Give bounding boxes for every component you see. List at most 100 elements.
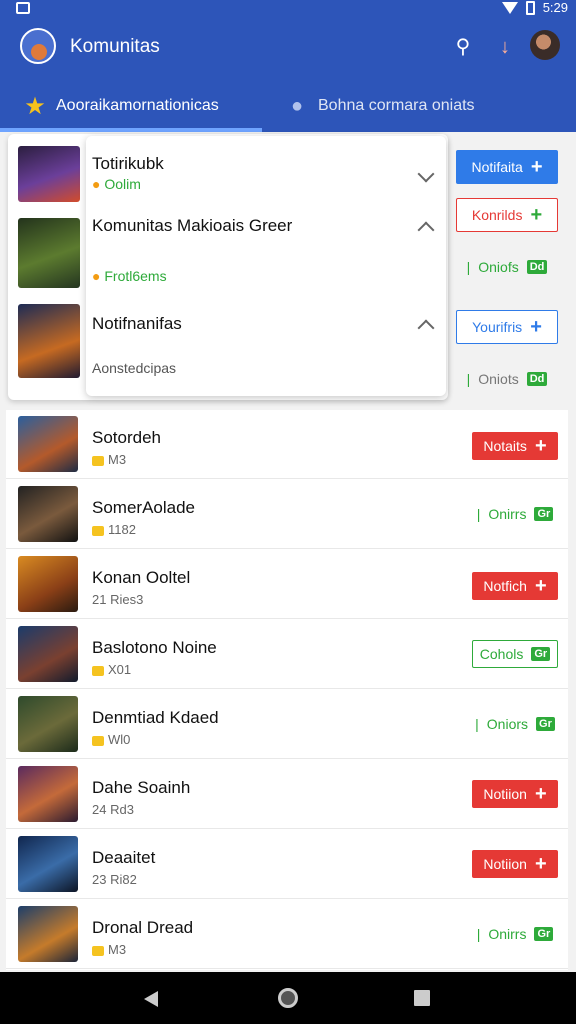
game-thumbnail: [18, 218, 80, 288]
list-item[interactable]: Dronal Dread M3 | Onirrs Gr: [6, 900, 568, 969]
list-item[interactable]: Deaaitet 23 Ri82 Notiion +: [6, 830, 568, 899]
status-badge: Dd: [526, 372, 548, 386]
button-label: Oniofs: [478, 259, 519, 275]
app-bar: Komunitas ⚲ ↓: [0, 18, 576, 80]
item-sub: M3: [92, 942, 126, 957]
game-thumbnail: [18, 416, 78, 472]
online-button[interactable]: | Onirrs Gr: [472, 500, 558, 528]
plus-icon: +: [534, 853, 547, 875]
plus-icon: +: [530, 156, 543, 178]
status-time: 5:29: [542, 0, 568, 15]
item-sub-label: M3: [108, 452, 127, 467]
search-icon[interactable]: ⚲: [450, 34, 476, 60]
button-label: Notifaita: [471, 159, 523, 175]
status-badge: Dd: [526, 260, 548, 274]
recents-icon[interactable]: [414, 990, 430, 1006]
community-list: Sotordeh M3 Notaits + SomerAolade 1182 | O…: [6, 410, 568, 970]
item-sub: M3: [92, 452, 126, 467]
button-label: Konrilds: [471, 207, 523, 223]
button-label: Oniots: [478, 371, 519, 387]
game-thumbnail: [18, 146, 80, 202]
dropdown-item[interactable]: Komunitas Makioais Greer: [92, 216, 292, 236]
online-button[interactable]: Cohols Gr: [472, 640, 558, 668]
item-sub: Wl0: [92, 732, 130, 747]
status-badge: Gr: [534, 927, 554, 941]
divider: |: [466, 371, 471, 387]
tab-label: Aooraikamornationicas: [56, 97, 219, 114]
user-icon: ●: [290, 94, 304, 117]
chevron-down-icon[interactable]: [417, 165, 435, 183]
online-button[interactable]: | Oniors Gr: [472, 710, 558, 738]
dropdown-menu: Totirikubk ● Oolim Komunitas Makioais Gr…: [86, 136, 446, 396]
back-icon[interactable]: [144, 991, 158, 1007]
tab-other[interactable]: ● Bohna cormara oniats: [284, 80, 475, 132]
badge-icon: [92, 665, 104, 676]
button-label: Notfich: [483, 578, 527, 594]
item-sub-label: 23 Ri82: [92, 872, 137, 887]
list-item[interactable]: SomerAolade 1182 | Onirrs Gr: [6, 480, 568, 549]
button-label: Oniors: [486, 716, 529, 732]
item-sub: X01: [92, 662, 131, 677]
home-icon[interactable]: [278, 988, 298, 1008]
item-title: SomerAolade: [92, 498, 196, 517]
avatar[interactable]: [530, 30, 560, 60]
item-title: Dahe Soainh: [92, 778, 191, 797]
badge-icon: [92, 735, 104, 746]
item-sub-label: 1182: [108, 522, 136, 537]
dropdown-sub-label: Oolim: [104, 176, 141, 192]
button-label: Notiion: [483, 786, 527, 802]
list-item[interactable]: Sotordeh M3 Notaits +: [6, 410, 568, 479]
online-button[interactable]: | Onirrs Gr: [472, 920, 558, 948]
system-nav-bar: [0, 972, 576, 1024]
item-title: Baslotono Noine: [92, 638, 217, 657]
plus-icon: +: [530, 204, 543, 226]
dropdown-item-sub: ● Frotl6ems: [92, 268, 167, 284]
button-label: Onirrs: [488, 926, 527, 942]
game-thumbnail: [18, 556, 78, 612]
button-label: Onirrs: [488, 506, 527, 522]
gallery-icon: [16, 2, 30, 14]
list-item[interactable]: Dahe Soainh 24 Rd3 Notiion +: [6, 760, 568, 829]
list-item[interactable]: Baslotono Noine X01 Cohols Gr: [6, 620, 568, 689]
game-thumbnail: [18, 766, 78, 822]
follow-button[interactable]: Konrilds +: [456, 198, 558, 232]
dropdown-item[interactable]: Totirikubk: [92, 154, 164, 174]
list-item[interactable]: Konan Ooltel 21 Ries3 Notfich +: [6, 550, 568, 619]
item-title: Konan Ooltel: [92, 568, 191, 587]
button-label: Cohols: [479, 646, 524, 662]
list-item[interactable]: Denmtiad Kdaed Wl0 | Oniors Gr: [6, 690, 568, 759]
tab-communities[interactable]: ★ Aooraikamornationicas: [22, 80, 219, 132]
chevron-up-icon[interactable]: [417, 221, 435, 239]
item-sub-label: 21 Ries3: [92, 592, 144, 607]
dropdown-item[interactable]: Notifnanifas: [92, 314, 182, 334]
badge-icon: [92, 945, 104, 956]
tab-label: Bohna cormara oniats: [318, 97, 475, 114]
game-thumbnail: [18, 304, 80, 378]
status-badge: Gr: [536, 717, 555, 731]
page-title: Komunitas: [70, 36, 160, 57]
button-label: Notaits: [483, 438, 527, 454]
pin-icon: ●: [92, 268, 101, 284]
dropdown-item-sub: ● Oolim: [92, 176, 141, 192]
game-thumbnail: [18, 696, 78, 752]
plus-icon: +: [534, 435, 547, 457]
divider: |: [476, 926, 481, 942]
download-icon[interactable]: ↓: [492, 34, 518, 60]
follow-button[interactable]: Yourifris +: [456, 310, 558, 344]
online-button[interactable]: | Oniots Dd: [456, 362, 558, 396]
notify-button[interactable]: Notiion +: [472, 850, 558, 878]
notify-button[interactable]: Notiion +: [472, 780, 558, 808]
notify-button[interactable]: Notaits +: [472, 432, 558, 460]
star-icon: ★: [24, 92, 46, 120]
plus-icon: +: [534, 783, 547, 805]
chevron-up-icon[interactable]: [417, 319, 435, 337]
notify-button[interactable]: Notfich +: [472, 572, 558, 600]
app-logo[interactable]: [20, 28, 56, 64]
status-badge: Gr: [531, 647, 551, 661]
item-sub-label: 24 Rd3: [92, 802, 134, 817]
notify-button[interactable]: Notifaita +: [456, 150, 558, 184]
battery-icon: [525, 0, 535, 15]
item-title: Denmtiad Kdaed: [92, 708, 219, 727]
online-button[interactable]: | Oniofs Dd: [456, 250, 558, 284]
button-label: Yourifris: [472, 319, 523, 335]
